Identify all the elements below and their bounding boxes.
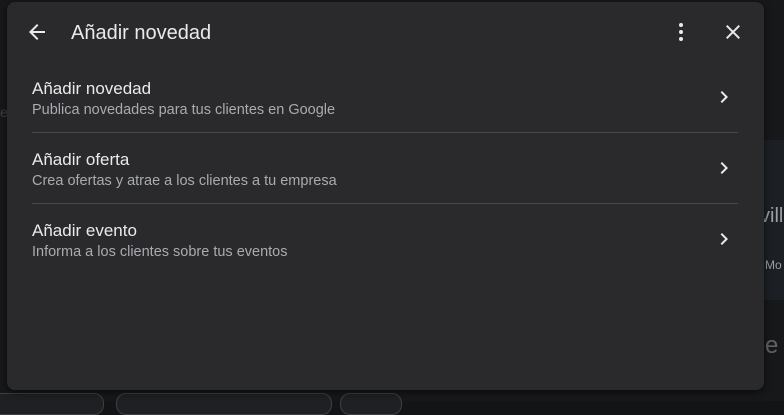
option-title: Añadir novedad: [32, 79, 152, 98]
close-icon: [726, 25, 740, 39]
option-subtitle: Informa a los clientes sobre tus eventos: [32, 244, 288, 260]
background-chip: [116, 393, 332, 415]
option-add-event[interactable]: Añadir evento Informa a los clientes sob…: [32, 204, 738, 274]
option-title: Añadir evento: [32, 221, 137, 240]
option-list: Añadir novedad Publica novedades para tu…: [32, 62, 738, 274]
map-label-bottom: e: [765, 332, 779, 359]
dialog-header: Añadir novedad: [7, 2, 764, 62]
option-subtitle: Crea ofertas y atrae a los clientes a tu…: [32, 173, 337, 189]
option-add-update[interactable]: Añadir novedad Publica novedades para tu…: [32, 62, 738, 133]
background-chip: [340, 393, 402, 415]
more-vert-icon: [679, 23, 683, 41]
option-add-offer[interactable]: Añadir oferta Crea ofertas y atrae a los…: [32, 133, 738, 204]
background-chip: [0, 393, 104, 415]
chevron-right-icon: [720, 162, 728, 174]
arrow-left-icon: [29, 24, 45, 40]
add-post-dialog: Añadir novedad Añadir novedad Publica no…: [7, 2, 764, 390]
back-button[interactable]: [21, 16, 53, 48]
dialog-title: Añadir novedad: [71, 22, 212, 44]
map-label-small: Mo: [765, 258, 782, 272]
close-button[interactable]: [717, 16, 749, 48]
chevron-right-icon: [720, 233, 728, 245]
option-title: Añadir oferta: [32, 150, 130, 169]
chevron-right-icon: [720, 91, 728, 103]
option-subtitle: Publica novedades para tus clientes en G…: [32, 102, 336, 118]
more-options-button[interactable]: [665, 16, 697, 48]
